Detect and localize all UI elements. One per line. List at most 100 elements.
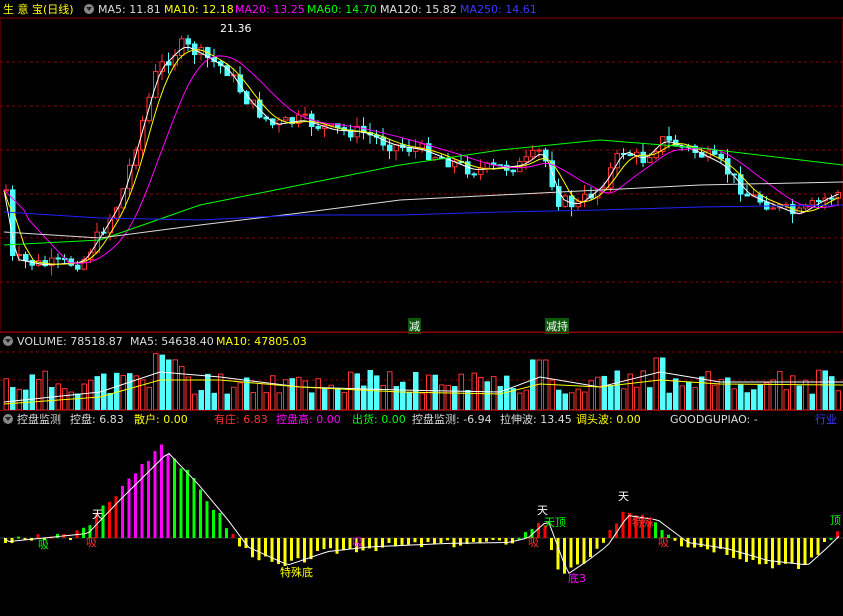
indicator-bar bbox=[608, 529, 612, 538]
stock-title: 生 意 宝(日线) bbox=[3, 3, 74, 16]
indicator-bar bbox=[342, 538, 345, 551]
indicator-bar bbox=[199, 489, 202, 538]
price-chart-panel[interactable]: 生 意 宝(日线) MA5: 11.81 MA10: 12.18 MA20: 1… bbox=[0, 0, 843, 334]
annotation: 天 bbox=[618, 490, 629, 503]
indicator-bar bbox=[413, 538, 417, 543]
indicator-name: 控盘监测 bbox=[17, 413, 61, 426]
candle-body bbox=[816, 200, 822, 203]
indicator-sanhu: 散户: 0.00 bbox=[134, 413, 188, 426]
volume-bar bbox=[88, 379, 94, 410]
indicator-bar bbox=[738, 538, 742, 560]
indicator-bar bbox=[452, 538, 456, 548]
volume-bar bbox=[101, 373, 107, 410]
indicator-bar bbox=[173, 458, 176, 538]
volume-bar bbox=[738, 384, 744, 410]
indicator-bar bbox=[823, 538, 826, 542]
candle-body bbox=[627, 153, 633, 157]
candle-body bbox=[75, 264, 81, 270]
indicator-bar bbox=[420, 538, 423, 548]
volume-bar bbox=[283, 379, 289, 410]
volume-bar bbox=[296, 376, 302, 410]
indicator-menu-icon[interactable] bbox=[3, 414, 13, 424]
menu-dropdown-icon[interactable] bbox=[84, 4, 94, 14]
indicator-bar bbox=[589, 538, 592, 558]
indicator-industry: 行业 bbox=[815, 413, 837, 426]
indicator-bar bbox=[725, 538, 729, 555]
ma120-label: MA120: 15.82 bbox=[380, 3, 457, 16]
volume-bar bbox=[686, 381, 692, 410]
volume-bar bbox=[822, 370, 828, 410]
candle-body bbox=[536, 149, 542, 152]
volume-bar bbox=[835, 390, 841, 410]
volume-bar bbox=[224, 393, 230, 410]
indicator-bar bbox=[550, 538, 553, 551]
indicator-bar bbox=[225, 528, 228, 538]
candle-body bbox=[530, 150, 536, 158]
annotation: 吸 bbox=[352, 536, 363, 549]
volume-bar bbox=[543, 359, 549, 410]
volume-bar bbox=[400, 381, 406, 410]
indicator-bar bbox=[426, 538, 430, 543]
indicator-bar bbox=[654, 522, 657, 538]
indicator-bar bbox=[446, 538, 449, 541]
indicator-bar bbox=[394, 538, 397, 547]
indicator-bar bbox=[140, 463, 144, 538]
indicator-bar bbox=[680, 538, 683, 547]
annotation: 特殊底 bbox=[280, 566, 313, 579]
volume-menu-icon[interactable] bbox=[3, 336, 13, 346]
candle-body bbox=[712, 150, 718, 155]
volume-bar bbox=[289, 378, 295, 410]
volume-bar bbox=[757, 384, 763, 410]
ma250-line bbox=[3, 204, 843, 221]
volume-bar bbox=[354, 373, 360, 410]
candle-body bbox=[23, 253, 29, 261]
indicator-bar bbox=[524, 532, 527, 538]
volume-bar bbox=[107, 392, 113, 410]
ma20-label: MA20: 13.25 bbox=[235, 3, 305, 16]
volume-bar bbox=[458, 373, 464, 410]
volume-bar bbox=[556, 389, 562, 410]
indicator-bar bbox=[127, 478, 131, 538]
indicator-youzhuang: 有庄: 6.83 bbox=[214, 413, 268, 426]
volume-bar bbox=[621, 388, 627, 410]
volume-bar bbox=[250, 391, 256, 410]
volume-bar bbox=[452, 386, 458, 410]
ma5-label: MA5: 11.81 bbox=[98, 3, 161, 16]
indicator-bar bbox=[784, 538, 787, 564]
volume-bar bbox=[335, 388, 341, 410]
indicator-bar bbox=[745, 538, 748, 562]
volume-panel[interactable]: VOLUME: 78518.87 MA5: 54638.40 MA10: 478… bbox=[0, 332, 843, 410]
indicator-bar bbox=[82, 527, 85, 538]
indicator-bar bbox=[257, 538, 261, 561]
volume-bar bbox=[211, 392, 217, 410]
volume-bar bbox=[731, 388, 737, 410]
volume-bar bbox=[146, 386, 152, 410]
price-header: 生 意 宝(日线) MA5: 11.81 MA10: 12.18 MA20: 1… bbox=[0, 0, 843, 18]
indicator-bar bbox=[108, 501, 111, 538]
volume-bar bbox=[120, 374, 126, 410]
indicator-panel[interactable]: 控盘监测 控盘: 6.83 散户: 0.00 有庄: 6.83 控盘高: 0.0… bbox=[0, 410, 843, 616]
indicator-bar bbox=[712, 538, 716, 553]
volume-bar bbox=[413, 371, 419, 410]
indicator-bar bbox=[231, 534, 235, 538]
indicator-bar bbox=[309, 538, 313, 560]
volume-bar bbox=[322, 387, 328, 410]
candle-body bbox=[510, 169, 516, 173]
volume-bar bbox=[653, 357, 659, 410]
indicator-bar bbox=[803, 538, 807, 566]
annotation: 特殊 bbox=[632, 516, 654, 529]
candle-body bbox=[315, 126, 321, 129]
volume-bar bbox=[75, 393, 81, 410]
indicator-bar bbox=[121, 485, 124, 538]
volume-bar bbox=[179, 365, 185, 410]
volume-bar bbox=[49, 387, 55, 410]
volume-bar bbox=[270, 375, 276, 410]
panel-border bbox=[0, 17, 843, 332]
volume-bar bbox=[302, 380, 308, 410]
indicator-bar bbox=[563, 538, 566, 574]
volume-bar bbox=[42, 370, 48, 410]
candle-body bbox=[809, 200, 815, 206]
volume-bar bbox=[705, 371, 711, 410]
indicator-bar bbox=[316, 538, 319, 552]
indicator-bar bbox=[569, 538, 573, 568]
